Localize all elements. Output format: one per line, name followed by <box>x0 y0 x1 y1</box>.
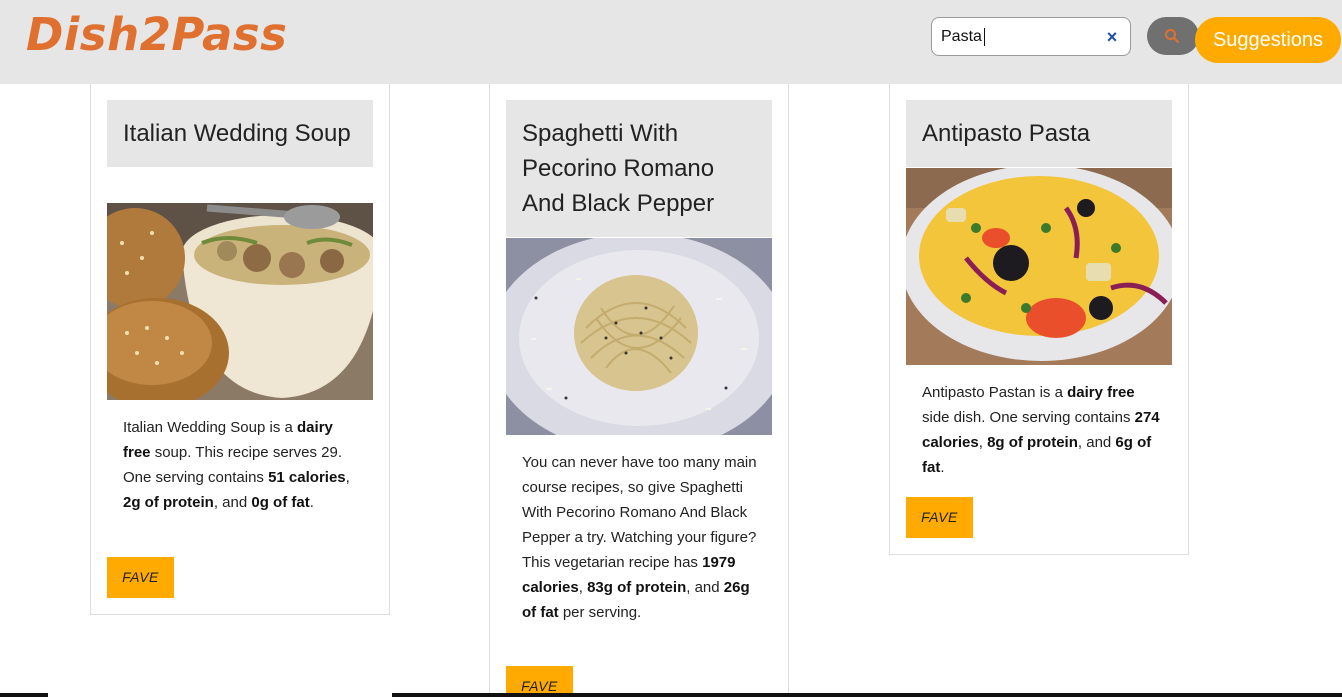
search-input[interactable] <box>941 26 1101 48</box>
search-button[interactable] <box>1147 17 1199 55</box>
fave-button[interactable]: FAVE <box>906 497 973 538</box>
card-title-box: Antipasto Pasta <box>906 100 1172 167</box>
recipe-card: Italian Wedding Soup Italian Wedding Sou… <box>90 84 390 615</box>
recipe-card: Antipasto Pasta Antipasto Pastan is a da… <box>889 84 1189 555</box>
card-title[interactable]: Spaghetti With Pecorino Romano And Black… <box>522 116 756 221</box>
card-title[interactable]: Italian Wedding Soup <box>123 116 357 151</box>
text-caret <box>984 28 985 46</box>
fave-button[interactable]: FAVE <box>107 557 174 598</box>
recipe-image-italian-wedding-soup[interactable] <box>107 203 373 400</box>
top-header: Dish2Pass × Suggestions <box>0 0 1342 84</box>
card-description: Antipasto Pastan is a dairy free side di… <box>922 384 1160 476</box>
bottom-border-right <box>392 693 1342 697</box>
card-description: You can never have too many main course … <box>522 454 757 621</box>
card-title-box: Spaghetti With Pecorino Romano And Black… <box>506 100 772 237</box>
card-description: Italian Wedding Soup is a dairy free sou… <box>123 419 350 511</box>
bottom-border-left <box>0 693 48 697</box>
recipe-image-spaghetti[interactable] <box>506 238 772 435</box>
card-title-box: Italian Wedding Soup <box>107 100 373 167</box>
recipe-image-antipasto-pasta[interactable] <box>906 168 1172 365</box>
card-title[interactable]: Antipasto Pasta <box>922 116 1156 151</box>
recipe-card: Spaghetti With Pecorino Romano And Black… <box>489 84 789 697</box>
search-icon <box>1165 29 1180 44</box>
suggestions-button[interactable]: Suggestions <box>1195 17 1341 63</box>
logo[interactable]: Dish2Pass <box>26 8 287 61</box>
clear-icon[interactable]: × <box>1103 28 1121 46</box>
search-box[interactable]: × <box>931 17 1131 56</box>
